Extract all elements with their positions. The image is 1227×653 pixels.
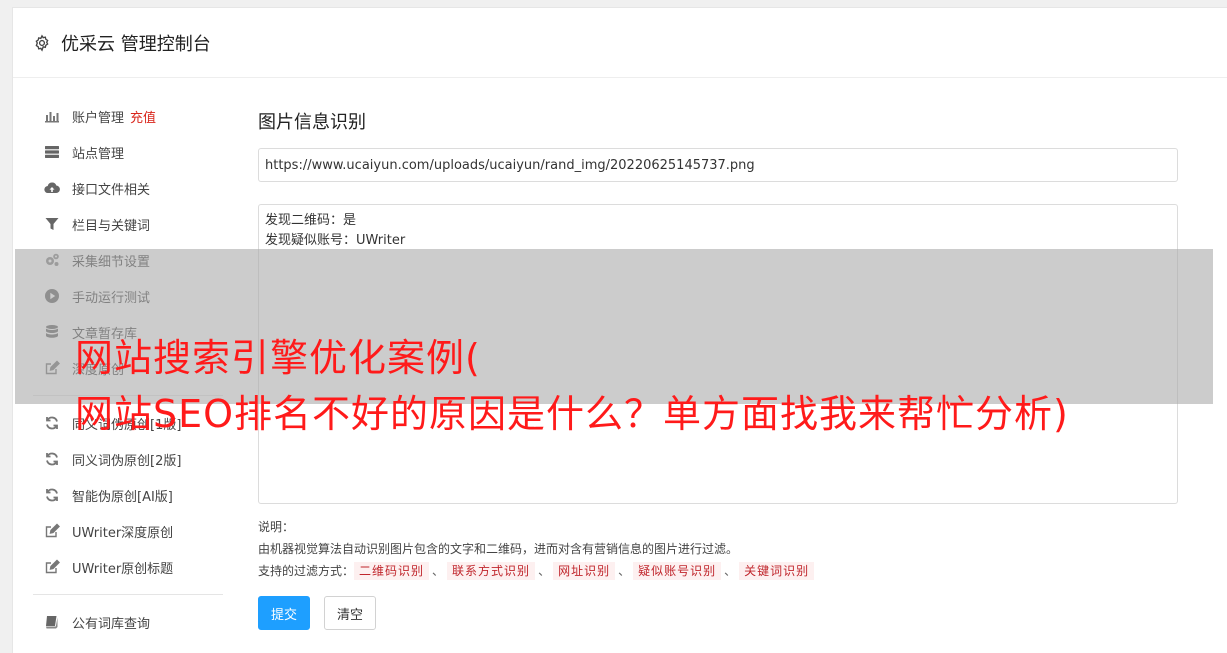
sidebar-item[interactable]: UWriter深度原创 — [13, 513, 223, 549]
server-icon — [43, 144, 61, 160]
sidebar-item-label: 账户管理 — [72, 110, 125, 126]
filter-separator: 、 — [432, 564, 445, 578]
bar-chart-icon — [43, 108, 61, 124]
sidebar-item[interactable]: 智能伪原创[AI版] — [13, 477, 223, 513]
edit-icon — [43, 523, 61, 539]
sidebar-item-label: 智能伪原创[AI版] — [72, 489, 173, 505]
headline-line-1: 网站搜索引擎优化案例( — [75, 336, 481, 380]
sidebar-item[interactable]: UWriter原创标题 — [13, 549, 223, 585]
sidebar-item[interactable]: 栏目与关键词 — [13, 206, 223, 242]
cloud-upload-icon — [43, 180, 61, 196]
sidebar-item-label: 同义词伪原创[2版] — [72, 453, 182, 469]
sidebar-item[interactable]: 公有词库查询 — [13, 604, 223, 640]
console-header: 优采云 管理控制台 — [13, 8, 1227, 78]
sidebar-item[interactable]: 接口文件相关 — [13, 170, 223, 206]
edit-icon — [43, 559, 61, 575]
sidebar-divider — [33, 594, 223, 595]
refresh-icon — [43, 415, 61, 431]
filter-icon — [43, 216, 61, 232]
note-desc: 由机器视觉算法自动识别图片包含的文字和二维码，进而对含有营销信息的图片进行过滤。 — [258, 542, 739, 556]
book-icon — [43, 614, 61, 630]
gear-icon — [33, 34, 51, 52]
filter-tag: 联系方式识别 — [447, 562, 536, 580]
recharge-link[interactable]: 充值 — [130, 107, 156, 126]
headline-line-2: 网站SEO排名不好的原因是什么？单方面找我来帮忙分析) — [75, 392, 1069, 436]
action-buttons: 提交 清空 — [258, 596, 1178, 630]
page-title: 优采云 管理控制台 — [61, 33, 211, 55]
filter-separator: 、 — [724, 564, 737, 578]
sidebar-item-label: 公有词库查询 — [72, 616, 151, 632]
sidebar-item[interactable]: 同义词伪原创[2版] — [13, 441, 223, 477]
sidebar-item-label: UWriter深度原创 — [72, 525, 174, 541]
filter-tag: 网址识别 — [553, 562, 616, 580]
result-line: 发现疑似账号：UWriter — [265, 233, 406, 248]
refresh-icon — [43, 451, 61, 467]
filter-methods: 支持的过滤方式： 二维码识别、联系方式识别、网址识别、疑似账号识别、关键词识别 — [258, 560, 1178, 582]
note-title: 说明： — [258, 520, 295, 534]
sidebar-item-label: 栏目与关键词 — [72, 218, 151, 234]
filter-tag: 二维码识别 — [354, 562, 430, 580]
submit-button[interactable]: 提交 — [258, 596, 311, 630]
overlay-headline: 网站搜索引擎优化案例( 网站SEO排名不好的原因是什么？单方面找我来帮忙分析) — [75, 330, 1215, 442]
section-title: 图片信息识别 — [258, 112, 366, 133]
sidebar-item[interactable]: 站点管理 — [13, 134, 223, 170]
sidebar-item-label: 接口文件相关 — [72, 182, 151, 198]
sidebar-item-label: UWriter原创标题 — [72, 561, 174, 577]
filter-tag: 关键词识别 — [739, 562, 815, 580]
filter-tag: 疑似账号识别 — [633, 562, 722, 580]
refresh-icon — [43, 487, 61, 503]
filters-label: 支持的过滤方式： — [258, 564, 355, 578]
sidebar-item-label: 站点管理 — [72, 146, 125, 162]
filter-separator: 、 — [538, 564, 551, 578]
description: 说明： 由机器视觉算法自动识别图片包含的文字和二维码，进而对含有营销信息的图片进… — [258, 516, 1178, 582]
filter-separator: 、 — [618, 564, 631, 578]
result-line: 发现二维码：是 — [265, 213, 357, 228]
clear-button[interactable]: 清空 — [324, 596, 377, 630]
sidebar-item[interactable]: 账户管理 充值 — [13, 98, 223, 134]
image-url-input[interactable] — [258, 148, 1178, 182]
